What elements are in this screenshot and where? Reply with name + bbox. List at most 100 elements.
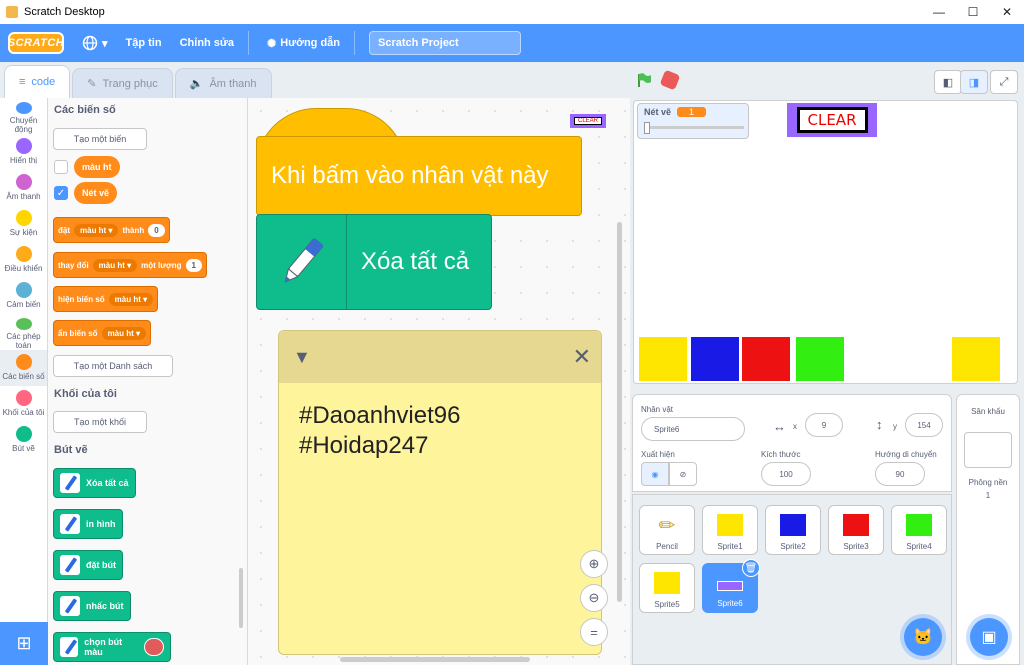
when-sprite-clicked-block[interactable]: Khi bấm vào nhân vật này <box>256 108 582 216</box>
make-variable-button[interactable]: Tạo một biến <box>53 128 147 150</box>
color-square-sprite[interactable] <box>691 337 739 381</box>
category-item[interactable]: Bút vẽ <box>0 422 47 458</box>
sprite-tile[interactable]: Sprite5 <box>639 563 695 613</box>
pen-color-swatch[interactable] <box>143 638 165 656</box>
close-icon[interactable]: ✕ <box>573 344 591 370</box>
tab-costumes[interactable]: ✎ Trang phục <box>72 68 173 98</box>
set-variable-block[interactable]: đặt màu ht ▾ thành 0 <box>53 217 170 243</box>
monitor-slider-knob[interactable] <box>644 122 650 134</box>
hide-variable-block[interactable]: ẩn biến số màu ht ▾ <box>53 320 152 346</box>
add-extension-button[interactable]: ⊞ <box>0 622 48 665</box>
category-item[interactable]: Các biến số <box>0 350 47 386</box>
category-item[interactable]: Âm thanh <box>0 170 47 206</box>
sprite-tile[interactable]: Sprite3 <box>828 505 884 555</box>
category-item[interactable]: Khối của tôi <box>0 386 47 422</box>
choose-backdrop-button[interactable]: ▣ <box>970 618 1008 656</box>
make-block-button[interactable]: Tạo một khối <box>53 411 147 433</box>
color-square-sprite[interactable] <box>639 337 687 381</box>
category-item[interactable]: Các phép toán <box>0 314 47 350</box>
choose-sprite-button[interactable]: 🐱 <box>904 618 942 656</box>
show-variable-dropdown[interactable]: màu ht ▾ <box>108 292 154 306</box>
palette-scrollbar[interactable] <box>239 568 243 628</box>
small-stage-button[interactable]: ◧ <box>934 70 962 94</box>
script-workspace[interactable]: Khi bấm vào nhân vật này Xóa tất cả CLEA… <box>248 98 630 665</box>
color-square-sprite[interactable] <box>742 337 790 381</box>
zoom-out-button[interactable]: ⊖ <box>580 584 608 612</box>
language-menu[interactable]: ▾ <box>82 35 108 51</box>
tutorials-menu[interactable]: ✺ Hướng dẫn <box>267 37 340 50</box>
stage-canvas[interactable]: Nét vẽ 1 CLEAR <box>633 100 1018 384</box>
sprite-tile[interactable]: Sprite1 <box>702 505 758 555</box>
stop-icon[interactable] <box>659 69 681 91</box>
comment-line: #Daoanhviet96 <box>299 402 461 429</box>
show-sprite-button[interactable]: ◉ <box>641 462 669 486</box>
y-input[interactable]: 154 <box>905 413 943 437</box>
make-list-button[interactable]: Tạo một Danh sách <box>53 355 173 377</box>
green-flag-icon[interactable] <box>636 72 652 88</box>
pen-down-block[interactable]: đặt bút <box>53 550 123 580</box>
minimize-button[interactable]: — <box>922 0 956 24</box>
hat-label: Khi bấm vào nhân vật này <box>271 162 549 189</box>
workspace-hscrollbar[interactable] <box>340 657 530 662</box>
change-variable-block[interactable]: thay đổi màu ht ▾ một lượng 1 <box>53 252 207 278</box>
zoom-in-button[interactable]: ⊕ <box>580 550 608 578</box>
monitor-slider[interactable] <box>644 126 744 129</box>
color-square-sprite[interactable] <box>796 337 844 381</box>
pen-stamp-label: in hình <box>86 519 116 529</box>
variable-monitor[interactable]: Nét vẽ 1 <box>637 103 749 139</box>
pen-stamp-block[interactable]: in hình <box>53 509 123 539</box>
tab-sounds[interactable]: 🔈 Âm thanh <box>174 68 272 98</box>
file-menu[interactable]: Tập tin <box>126 37 162 49</box>
maximize-button[interactable]: ☐ <box>956 0 990 24</box>
hide-sprite-button[interactable]: ⊘ <box>669 462 697 486</box>
comment-text[interactable]: #Daoanhviet96 #Hoidap247 <box>279 383 601 479</box>
sprite-name-input[interactable]: Sprite6 <box>641 417 745 441</box>
size-input[interactable]: 100 <box>761 462 811 486</box>
category-item[interactable]: Sự kiện <box>0 206 47 242</box>
var2-checkbox[interactable]: ✓ <box>54 186 68 200</box>
category-item[interactable]: Hiển thị <box>0 134 47 170</box>
hide-variable-dropdown[interactable]: màu ht ▾ <box>101 326 147 340</box>
sprite-tile[interactable]: ✏ Pencil <box>639 505 695 555</box>
sprite-thumbnail <box>906 514 932 536</box>
var1-reporter[interactable]: màu ht <box>74 156 120 178</box>
delete-sprite-icon[interactable]: 🗑 <box>742 559 760 577</box>
collapse-icon[interactable]: ▼ <box>293 347 311 368</box>
fullscreen-button[interactable]: ⤢ <box>990 70 1018 94</box>
direction-input[interactable]: 90 <box>875 462 925 486</box>
show-variable-block[interactable]: hiện biến số màu ht ▾ <box>53 286 159 312</box>
pen-clear-script-block[interactable]: Xóa tất cả <box>256 214 492 310</box>
category-item[interactable]: Chuyển động <box>0 98 47 134</box>
workspace-vscrollbar[interactable] <box>617 222 622 602</box>
tab-code[interactable]: ≡ code <box>4 65 71 98</box>
color-square-sprite[interactable] <box>952 337 1000 381</box>
clear-sprite[interactable]: CLEAR <box>787 103 877 137</box>
var2-reporter[interactable]: Nét vẽ <box>74 182 118 204</box>
sprite-thumbnail <box>843 514 869 536</box>
set-variable-dropdown[interactable]: màu ht ▾ <box>74 223 119 237</box>
sprite-tile[interactable]: Sprite6 🗑 <box>702 559 760 613</box>
sprite-tile[interactable]: Sprite2 <box>765 505 821 555</box>
show-var-value: màu ht <box>114 294 141 304</box>
change-value-input[interactable]: 1 <box>185 258 202 272</box>
large-stage-button[interactable]: ◨ <box>960 70 988 94</box>
stage-thumbnail[interactable] <box>964 432 1012 468</box>
zoom-reset-button[interactable]: = <box>580 618 608 646</box>
close-button[interactable]: ✕ <box>990 0 1024 24</box>
comment-note[interactable]: ▼ ✕ #Daoanhviet96 #Hoidap247 <box>278 330 602 655</box>
edit-menu[interactable]: Chỉnh sửa <box>180 37 234 49</box>
pen-color-block[interactable]: chọn bút màu <box>53 632 171 662</box>
pen-clear-block[interactable]: Xóa tất cả <box>53 468 136 498</box>
pen-up-block[interactable]: nhấc bút <box>53 591 131 621</box>
category-label: Điều khiển <box>4 264 43 273</box>
sprite-tile[interactable]: Sprite4 <box>891 505 947 555</box>
set-value-input[interactable]: 0 <box>148 223 165 237</box>
category-item[interactable]: Cảm biến <box>0 278 47 314</box>
project-title-input[interactable]: Scratch Project <box>369 31 522 55</box>
var1-checkbox[interactable] <box>54 160 68 174</box>
category-item[interactable]: Điều khiển <box>0 242 47 278</box>
change-variable-dropdown[interactable]: màu ht ▾ <box>92 258 138 272</box>
x-input[interactable]: 9 <box>805 413 843 437</box>
window-title: Scratch Desktop <box>24 6 105 18</box>
scratch-logo[interactable]: SCRATCH <box>8 32 64 54</box>
